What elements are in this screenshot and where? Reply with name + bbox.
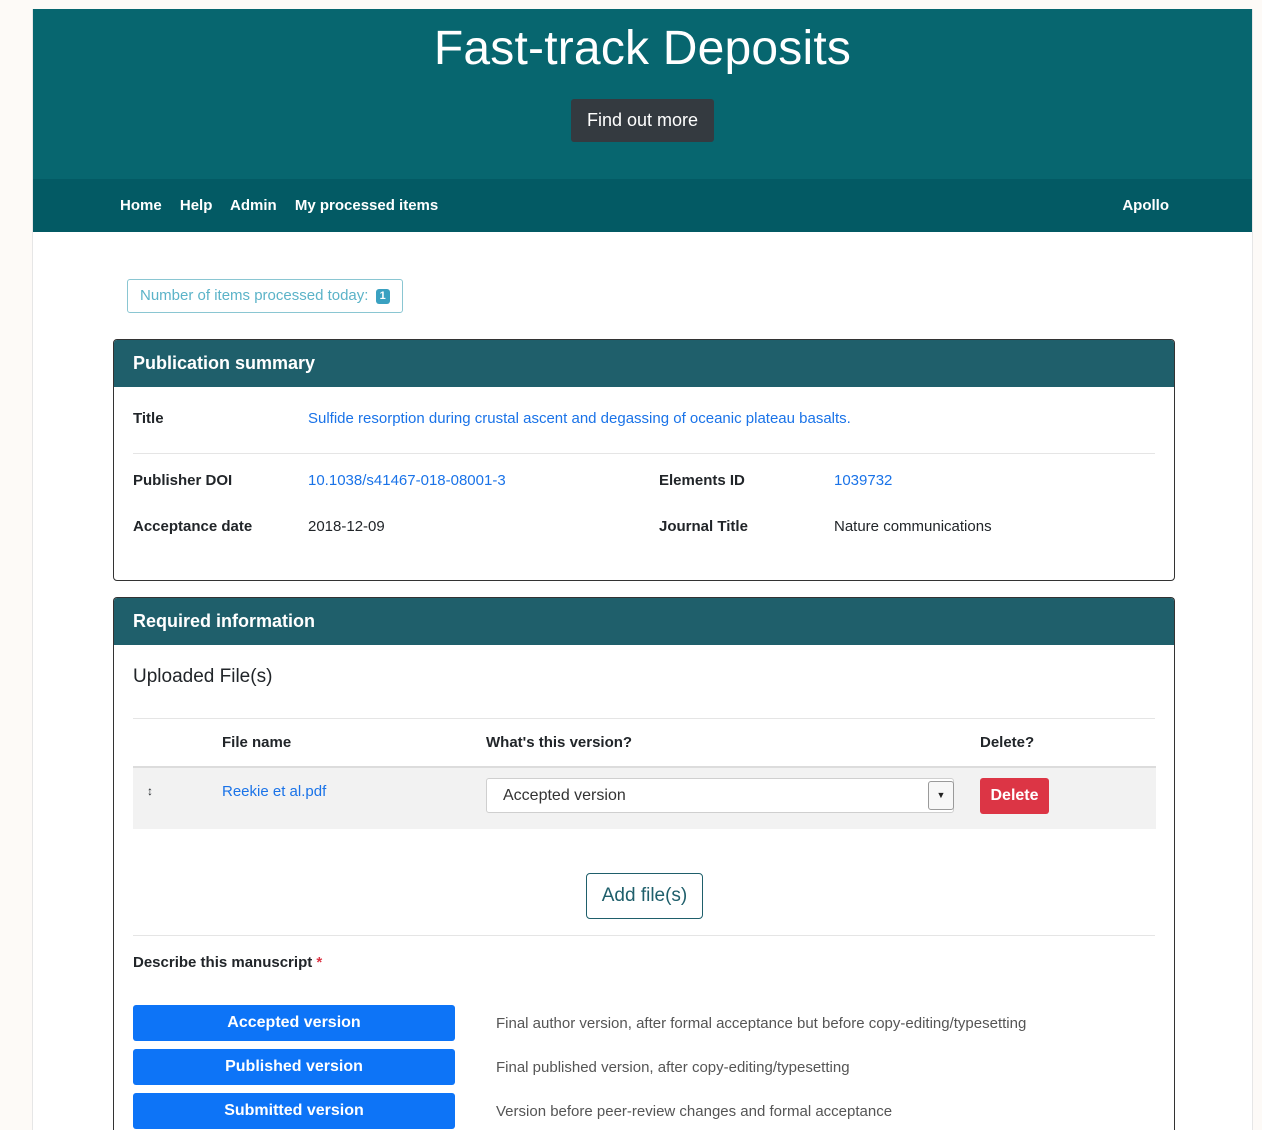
publication-summary-card: Publication summary Title Sulfide resorp…: [113, 339, 1175, 581]
acceptance-date-label: Acceptance date: [133, 518, 253, 535]
chevron-down-icon[interactable]: ▼: [928, 781, 954, 810]
table-row: ↕ Reekie et al.pdf Accepted version ▼ De…: [133, 766, 1156, 829]
hero-banner: Fast-track Deposits Find out more: [33, 9, 1252, 179]
navbar: Home Help Admin My processed items Apoll…: [33, 179, 1252, 232]
page-title: Fast-track Deposits: [433, 22, 852, 75]
find-out-more-button[interactable]: Find out more: [570, 99, 715, 142]
elements-id-label: Elements ID: [659, 472, 745, 489]
nav-links: Home Help Admin My processed items: [120, 197, 452, 214]
divider: [133, 935, 1155, 936]
delete-file-button[interactable]: Delete: [980, 778, 1049, 814]
page: Fast-track Deposits Find out more Home H…: [32, 9, 1253, 1130]
acceptance-date-value: 2018-12-09: [308, 518, 385, 535]
required-information-card: Required information Uploaded File(s) Fi…: [113, 597, 1175, 1130]
uploaded-files-title: Uploaded File(s): [133, 666, 273, 687]
drag-handle-icon[interactable]: ↕: [147, 784, 153, 798]
elements-id-link[interactable]: 1039732: [834, 472, 892, 489]
delete-column-header: Delete?: [980, 734, 1035, 751]
divider: [133, 718, 1155, 719]
accepted-version-button[interactable]: Accepted version: [133, 1005, 455, 1041]
required-marker: *: [316, 954, 323, 971]
add-files-button[interactable]: Add file(s): [586, 873, 703, 919]
nav-help-link[interactable]: Help: [180, 197, 213, 214]
items-processed-counter[interactable]: Number of items processed today: 1: [127, 279, 403, 313]
title-link[interactable]: Sulfide resorption during crustal ascent…: [308, 410, 851, 427]
describe-manuscript-label: Describe this manuscript *: [133, 954, 322, 971]
user-menu[interactable]: Apollo: [1122, 197, 1169, 214]
nav-home-link[interactable]: Home: [120, 197, 162, 214]
publication-summary-header: Publication summary: [114, 340, 1174, 387]
published-version-button[interactable]: Published version: [133, 1049, 455, 1085]
file-name-column-header: File name: [222, 734, 292, 751]
counter-badge: 1: [375, 289, 390, 304]
describe-manuscript-text: Describe this manuscript: [133, 954, 313, 971]
doi-label: Publisher DOI: [133, 472, 233, 489]
title-label: Title: [133, 410, 164, 427]
submitted-version-button[interactable]: Submitted version: [133, 1093, 455, 1129]
submitted-version-description: Version before peer-review changes and f…: [496, 1103, 893, 1120]
doi-link[interactable]: 10.1038/s41467-018-08001-3: [308, 472, 506, 489]
version-select[interactable]: Accepted version ▼: [486, 778, 954, 813]
published-version-description: Final published version, after copy-edit…: [496, 1059, 850, 1076]
journal-title-label: Journal Title: [659, 518, 748, 535]
nav-admin-link[interactable]: Admin: [230, 197, 277, 214]
journal-title-value: Nature communications: [834, 518, 992, 535]
version-column-header: What's this version?: [486, 734, 633, 751]
file-name-link[interactable]: Reekie et al.pdf: [222, 783, 326, 800]
nav-my-processed-items-link[interactable]: My processed items: [295, 197, 438, 214]
version-select-value: Accepted version: [503, 787, 626, 804]
divider: [133, 453, 1155, 454]
required-information-header: Required information: [114, 598, 1174, 645]
counter-label: Number of items processed today:: [140, 287, 369, 304]
accepted-version-description: Final author version, after formal accep…: [496, 1015, 1027, 1032]
